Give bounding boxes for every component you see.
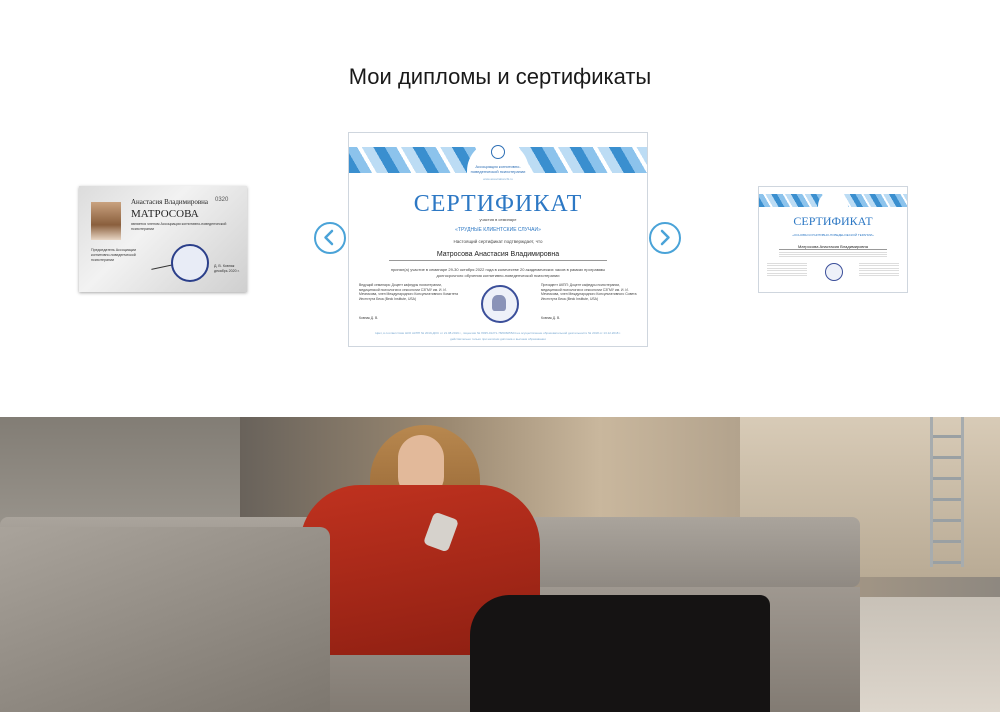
- hero-photo: [0, 417, 1000, 712]
- certificate-confirm: Настоящий сертификат подтверждает, что: [453, 239, 543, 244]
- certificate-accepted: принял(а) участие в семинаре 29-30 октяб…: [390, 267, 606, 278]
- seal-emblem-icon: [492, 295, 506, 311]
- certificate-small-text: [779, 252, 887, 258]
- photo-ladder: [930, 417, 964, 567]
- certificate-title: СЕРТИФИКАТ: [413, 191, 583, 217]
- carousel-next-button[interactable]: [649, 222, 681, 254]
- card-chairman-text: Председатель Ассоциации когнитивно-повед…: [91, 248, 136, 262]
- certificate-small-signer-left: [767, 263, 807, 277]
- card-description: является членом Ассоциации когнитивно-по…: [131, 222, 227, 231]
- certificate-person: Матросова Анастасия Владимировна: [389, 251, 607, 261]
- certificate-slide-active[interactable]: Ассоциация когнитивно-поведенческой псих…: [348, 132, 648, 347]
- photo-black-pants: [470, 595, 770, 712]
- section-title: Мои дипломы и сертификаты: [348, 64, 652, 89]
- certificate-small-person: Матросова Анастасия Владимировна: [779, 244, 887, 250]
- chevron-right-icon: [660, 229, 670, 246]
- certificate-site: www.associationcbt.ru: [483, 177, 513, 181]
- certificate-sign-right: Ковпак Д. В.: [541, 316, 561, 320]
- certificate-org: Ассоциация когнитивно-поведенческой псих…: [470, 164, 526, 174]
- card-name-last: МАТРОСОВА: [131, 208, 199, 220]
- certificate-small-seal: [825, 263, 843, 281]
- card-name-first: Анастасия Владимировна: [131, 198, 208, 206]
- card-photo: [91, 202, 121, 240]
- certificate-small-signer-right: [859, 263, 899, 277]
- card-seal: [171, 244, 209, 282]
- membership-card-slide[interactable]: Анастасия Владимировна МАТРОСОВА 0320 яв…: [79, 186, 247, 292]
- certificate-small-title: СЕРТИФИКАТ: [793, 214, 873, 228]
- card-date: декабрь 2020 г.: [214, 269, 240, 273]
- certificate-footer: Цвет, в соответствии НКО АКПП № 2019-ДОС…: [375, 331, 621, 335]
- carousel-prev-button[interactable]: [314, 222, 346, 254]
- certificate-footer-note: действительно только при наличии диплома…: [450, 337, 546, 341]
- association-logo-icon: [491, 145, 505, 159]
- card-number: 0320: [215, 197, 229, 203]
- photo-sofa-arm: [0, 527, 330, 712]
- certificate-sign-left: Ковпак Д. В.: [359, 316, 379, 320]
- certificate-seminar-name: «ТРУДНЫЕ КЛИЕНТСКИЕ СЛУЧАИ»: [455, 227, 541, 233]
- certificate-signer-left: Ведущий семинара: Доцент кафедры психоте…: [359, 283, 459, 301]
- certificate-slide-next[interactable]: СЕРТИФИКАТ «ОСНОВЫ КОГНИТИВНО-ПОВЕДЕНЧЕС…: [758, 186, 908, 293]
- card-sign-name: Д. В. Ковпак: [214, 264, 235, 268]
- photo-woman: [300, 425, 770, 712]
- certificate-signer-right: Президент АКПП: Доцент кафедры психотера…: [541, 283, 637, 301]
- card-sign-text: Д. В. Ковпак декабрь 2020 г.: [214, 264, 240, 274]
- certificate-logo: Ассоциация когнитивно-поведенческой псих…: [467, 141, 529, 179]
- certificate-seminar-label: участия в семинаре: [479, 217, 517, 222]
- chevron-left-icon: [324, 229, 334, 246]
- certificate-seal: [481, 285, 519, 323]
- certificate-small-seminar: «ОСНОВЫ КОГНИТИВНО-ПОВЕДЕНЧЕСКОЙ ТЕРАПИИ…: [792, 233, 874, 237]
